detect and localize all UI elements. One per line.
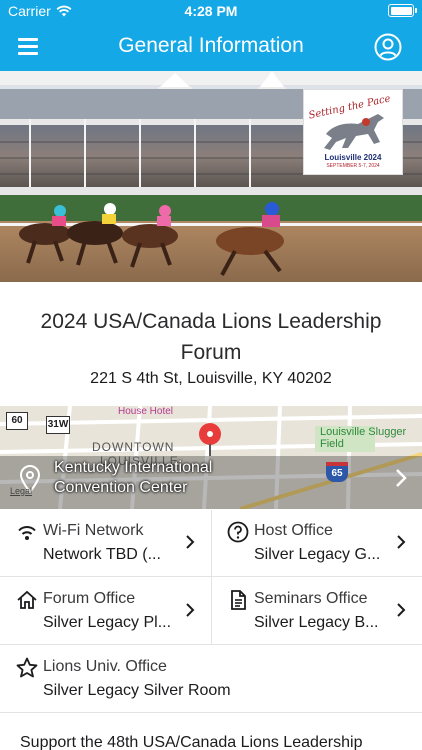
venue-map[interactable]: House Hotel DOWNTOWN LOUISVILLE Louisvil…	[0, 406, 422, 509]
cell-title: Host Office	[254, 522, 333, 539]
star-icon	[16, 657, 38, 678]
chevron-right-icon	[397, 535, 406, 549]
profile-icon[interactable]	[374, 33, 402, 61]
support-text: Support the 48th USA/Canada Lions Leader…	[20, 734, 363, 750]
route-shield-31w: 31W	[46, 416, 70, 434]
seminars-office-cell[interactable]: Seminars Office Silver Legacy B...	[211, 578, 422, 646]
forum-office-cell[interactable]: Forum Office Silver Legacy Pl...	[0, 578, 211, 646]
cell-value: Silver Legacy G...	[254, 546, 381, 563]
interstate-shield-65: 65	[326, 462, 348, 482]
document-icon	[231, 590, 246, 610]
status-bar: Carrier 4:28 PM	[0, 0, 422, 22]
page-title: General Information	[118, 34, 304, 57]
horse-silhouette-icon	[324, 114, 384, 150]
event-address: 221 S 4th St, Louisville, KY 40202	[90, 370, 332, 387]
hero-image: Setting the Pace Louisville 2024 SEPTEMB…	[0, 71, 422, 282]
battery-icon	[388, 4, 417, 17]
cell-value: Silver Legacy Silver Room	[43, 682, 231, 699]
cell-title: Wi-Fi Network	[43, 522, 144, 539]
chevron-right-icon	[396, 469, 407, 487]
wifi-network-cell[interactable]: Wi-Fi Network Network TBD (...	[0, 510, 211, 578]
venue-name: Kentucky International Convention Center	[54, 459, 213, 496]
wifi-icon	[18, 526, 36, 540]
cell-value: Silver Legacy Pl...	[43, 614, 172, 631]
route-shield-60: 60	[6, 412, 28, 430]
lions-univ-office-cell[interactable]: Lions Univ. Office Silver Legacy Silver …	[0, 646, 422, 714]
chevron-right-icon	[186, 535, 195, 549]
map-label-slugger-text: Louisville Slugger Field	[320, 426, 407, 450]
map-label-slugger: Louisville Slugger Field	[320, 426, 410, 450]
event-title: 2024 USA/Canada Lions Leadership Forum	[40, 310, 382, 364]
home-icon	[17, 590, 37, 609]
status-time: 4:28 PM	[184, 3, 238, 19]
chevron-right-icon	[397, 603, 406, 617]
top-bar: Carrier 4:28 PM General Information	[0, 0, 422, 71]
host-office-cell[interactable]: Host Office Silver Legacy G...	[211, 510, 422, 578]
map-legal-link[interactable]: Legal	[10, 486, 32, 496]
map-label-house-hotel: House Hotel	[118, 406, 174, 417]
cell-title: Forum Office	[43, 590, 136, 607]
cell-title: Seminars Office	[254, 590, 368, 607]
logo-city: Louisville 2024	[324, 153, 382, 162]
question-circle-icon	[227, 521, 249, 543]
map-label-downtown: DOWNTOWN	[92, 440, 175, 454]
chevron-right-icon	[186, 603, 195, 617]
cell-value: Silver Legacy B...	[254, 614, 379, 631]
cell-value: Network TBD (...	[43, 546, 161, 563]
logo-dates: SEPTEMBER 5-7, 2024	[326, 163, 380, 169]
event-logo: Setting the Pace Louisville 2024 SEPTEMB…	[303, 89, 403, 175]
cell-title: Lions Univ. Office	[43, 658, 167, 675]
map-pin-icon	[199, 423, 221, 456]
